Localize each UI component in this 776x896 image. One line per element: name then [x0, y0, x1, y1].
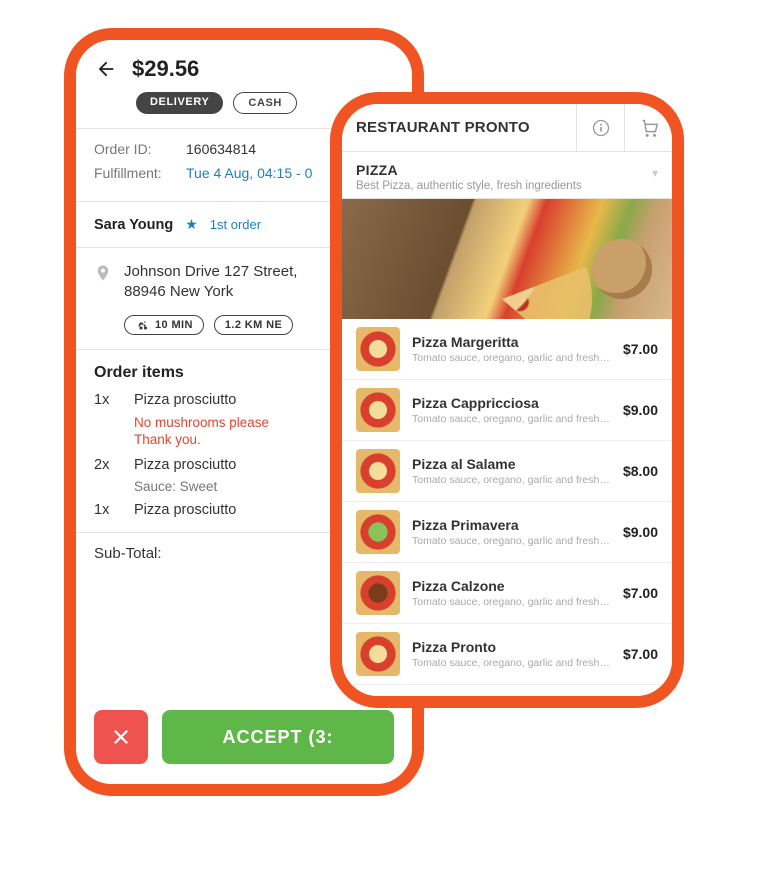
pizza-thumb-icon — [356, 327, 400, 371]
menu-item[interactable]: Pizza Cappricciosa Tomato sauce, oregano… — [342, 380, 672, 441]
menu-item-name: Pizza Pronto — [412, 639, 611, 655]
menu-item[interactable]: Pizza Calzone Tomato sauce, oregano, gar… — [342, 563, 672, 624]
menu-item-price: $8.00 — [623, 463, 658, 479]
pizza-thumb-icon — [356, 510, 400, 554]
item-qty: 2x — [94, 457, 116, 473]
menu-item[interactable]: Pizza Margeritta Tomato sauce, oregano, … — [342, 319, 672, 380]
menu-item-price: $7.00 — [623, 646, 658, 662]
accept-button[interactable]: ACCEPT (3: — [162, 710, 394, 764]
scooter-icon — [135, 319, 149, 331]
star-icon: ★ — [185, 216, 198, 233]
order-action-bar: ACCEPT (3: — [76, 710, 412, 784]
menu-item[interactable]: Pizza Primavera Tomato sauce, oregano, g… — [342, 502, 672, 563]
menu-item-name: Pizza Cappricciosa — [412, 395, 611, 411]
payment-chip: CASH — [233, 92, 297, 114]
menu-item-name: Pizza Calzone — [412, 578, 611, 594]
address-text[interactable]: Johnson Drive 127 Street, 88946 New York — [124, 262, 297, 303]
menu-item-desc: Tomato sauce, oregano, garlic and fresh … — [412, 657, 611, 669]
pizza-thumb-icon — [356, 449, 400, 493]
customer-name: Sara Young — [94, 217, 173, 233]
fulfillment-label: Fulfillment: — [94, 165, 178, 181]
category-header[interactable]: PIZZA Best Pizza, authentic style, fresh… — [342, 152, 672, 199]
menu-item-name: Pizza Primavera — [412, 517, 611, 533]
menu-list[interactable]: Pizza Margeritta Tomato sauce, oregano, … — [342, 319, 672, 696]
item-name: Pizza prosciutto — [134, 392, 236, 408]
menu-item-name: Pizza al Salame — [412, 456, 611, 472]
eta-label: 10 MIN — [155, 319, 193, 331]
category-desc: Best Pizza, authentic style, fresh ingre… — [356, 180, 658, 192]
category-hero-image — [342, 199, 672, 319]
order-header: $29.56 — [76, 40, 412, 92]
arrow-left-icon — [95, 58, 117, 80]
order-total: $29.56 — [132, 56, 199, 82]
item-name: Pizza prosciutto — [134, 457, 236, 473]
eta-pill[interactable]: 10 MIN — [124, 315, 204, 335]
menu-app-screen: RESTAURANT PRONTO PIZZA Best Pizza, auth… — [330, 92, 684, 708]
map-pin-icon — [94, 264, 112, 287]
pizza-thumb-icon — [356, 388, 400, 432]
info-button[interactable] — [576, 104, 624, 152]
menu-header: RESTAURANT PRONTO — [342, 104, 672, 152]
menu-item-price: $9.00 — [623, 402, 658, 418]
address-line1: Johnson Drive 127 Street, — [124, 262, 297, 282]
distance-label: 1.2 KM NE — [225, 319, 282, 331]
accept-label: ACCEPT (3: — [222, 727, 333, 748]
menu-item-desc: Tomato sauce, oregano, garlic and fresh … — [412, 535, 611, 547]
chevron-down-icon: ▾ — [652, 166, 658, 180]
pizza-thumb-icon — [356, 632, 400, 676]
distance-pill[interactable]: 1.2 KM NE — [214, 315, 293, 335]
menu-item-price: $7.00 — [623, 585, 658, 601]
close-icon — [110, 726, 132, 748]
menu-item-desc: Tomato sauce, oregano, garlic and fresh … — [412, 352, 611, 364]
menu-item[interactable]: Pizza al Salame Tomato sauce, oregano, g… — [342, 441, 672, 502]
menu-item-name: Pizza Margeritta — [412, 334, 611, 350]
menu-item-price: $7.00 — [623, 341, 658, 357]
order-id-label: Order ID: — [94, 141, 178, 157]
pizza-thumb-icon — [356, 571, 400, 615]
reject-button[interactable] — [94, 710, 148, 764]
category-name: PIZZA — [356, 162, 658, 178]
delivery-chip: DELIVERY — [136, 92, 223, 114]
menu-item[interactable]: Pizza Pronto Tomato sauce, oregano, garl… — [342, 624, 672, 685]
first-order-badge: 1st order — [210, 217, 261, 232]
cart-button[interactable] — [624, 104, 672, 152]
item-name: Pizza prosciutto — [134, 502, 236, 518]
order-id-value: 160634814 — [186, 141, 256, 157]
item-qty: 1x — [94, 502, 116, 518]
fulfillment-value[interactable]: Tue 4 Aug, 04:15 - 0 — [186, 165, 312, 181]
address-line2: 88946 New York — [124, 282, 297, 302]
cart-icon — [638, 117, 660, 139]
menu-item-desc: Tomato sauce, oregano, garlic and fresh … — [412, 474, 611, 486]
menu-inner: RESTAURANT PRONTO PIZZA Best Pizza, auth… — [342, 104, 672, 696]
item-qty: 1x — [94, 392, 116, 408]
menu-item-desc: Tomato sauce, oregano, garlic and fresh … — [412, 596, 611, 608]
menu-item-desc: Tomato sauce, oregano, garlic and fresh … — [412, 413, 611, 425]
back-button[interactable] — [94, 57, 118, 81]
restaurant-name: RESTAURANT PRONTO — [342, 119, 576, 136]
info-icon — [591, 118, 611, 138]
menu-item-price: $9.00 — [623, 524, 658, 540]
